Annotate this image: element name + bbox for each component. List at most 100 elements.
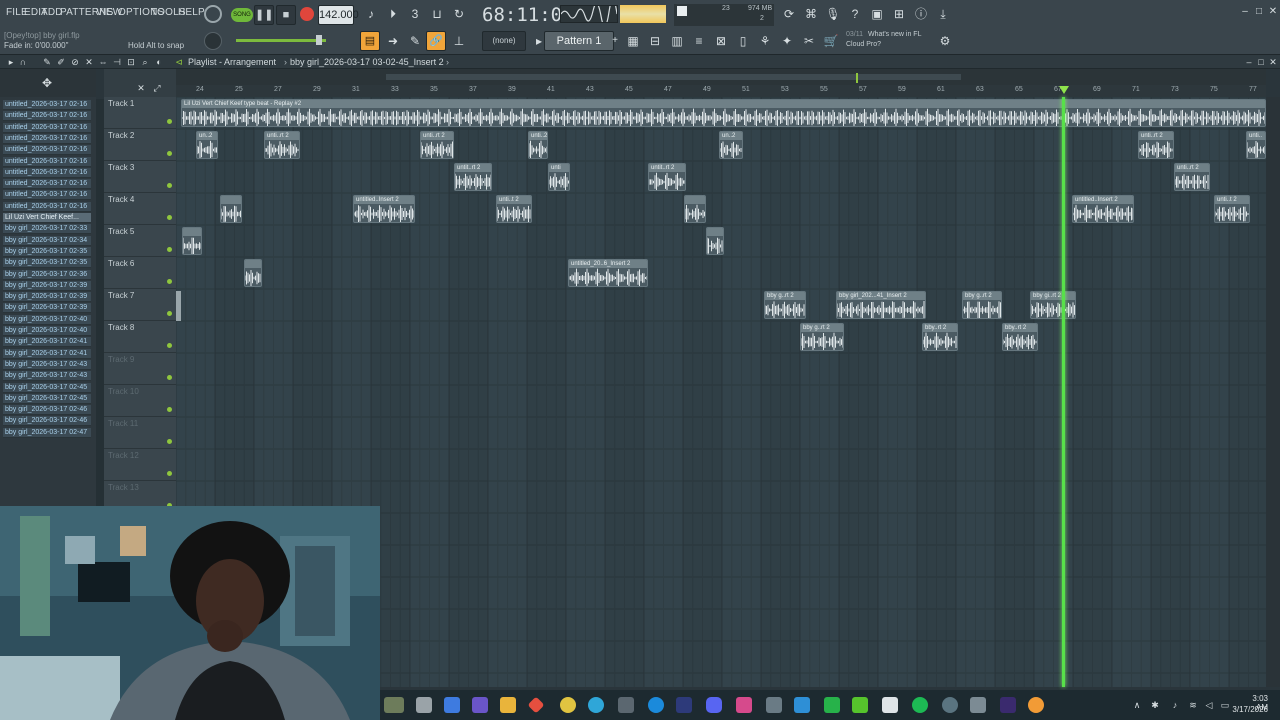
- track-mute-led[interactable]: [167, 407, 172, 412]
- browser-item[interactable]: untitled_2026-03-17 02-16: [3, 122, 91, 133]
- taskbar-teams-icon[interactable]: [472, 697, 488, 713]
- taskbar-app6-icon[interactable]: [824, 697, 840, 713]
- news-subtitle[interactable]: Cloud Pro?: [846, 41, 881, 48]
- audio-clip[interactable]: [684, 195, 706, 223]
- browser-icon[interactable]: ▯: [734, 32, 752, 50]
- menu-help[interactable]: HELP: [178, 7, 205, 18]
- audio-clip[interactable]: untitled..Insert 2: [1072, 195, 1134, 223]
- browser-item[interactable]: bby girl_2026-03-17 02-41: [3, 348, 91, 359]
- taskbar-app3-icon[interactable]: [676, 697, 692, 713]
- track-header[interactable]: Track 10: [104, 385, 176, 417]
- browser-item[interactable]: bby girl_2026-03-17 02-39: [3, 280, 91, 291]
- news-title[interactable]: What's new in FL: [868, 31, 921, 38]
- stop-button[interactable]: ■: [276, 5, 296, 25]
- taskbar-fl-studio-icon[interactable]: [1028, 697, 1044, 713]
- taskbar-premiere-icon[interactable]: [1000, 697, 1016, 713]
- pencil-icon[interactable]: ✎: [406, 32, 424, 50]
- track-header[interactable]: Track 11: [104, 417, 176, 449]
- link-icon[interactable]: 🔗: [426, 31, 446, 51]
- browser-item[interactable]: bby girl_2026-03-17 02-45: [3, 382, 91, 393]
- playlist-icon[interactable]: ▦: [624, 32, 642, 50]
- audio-clip[interactable]: unti..2: [528, 131, 548, 159]
- microphone-icon[interactable]: 🎙: [824, 5, 842, 23]
- browser-item[interactable]: bby girl_2026-03-17 02-43: [3, 371, 91, 382]
- link-tracks-icon[interactable]: ⤢: [148, 79, 166, 97]
- track-mute-led[interactable]: [167, 279, 172, 284]
- audio-clip[interactable]: un..2: [719, 131, 743, 159]
- audio-clip[interactable]: unti..: [1246, 131, 1266, 159]
- audio-clip[interactable]: [244, 259, 262, 287]
- browser-item[interactable]: untitled_2026-03-17 02-16: [3, 145, 91, 156]
- browser-item[interactable]: untitled_2026-03-17 02-16: [3, 111, 91, 122]
- browser-item[interactable]: untitled_2026-03-17 02-16: [3, 201, 91, 212]
- audio-clip[interactable]: untit..rt 2: [454, 163, 492, 191]
- channel-rack-icon[interactable]: ⊠: [712, 32, 730, 50]
- browser-item[interactable]: bby girl_2026-03-17 02-46: [3, 405, 91, 416]
- save-icon[interactable]: ▣: [868, 5, 886, 23]
- taskbar-folder-icon[interactable]: [416, 697, 432, 713]
- track-header[interactable]: Track 9: [104, 353, 176, 385]
- browser-item[interactable]: bby girl_2026-03-17 02-41: [3, 337, 91, 348]
- taskbar-discord-icon[interactable]: [706, 697, 722, 713]
- news-settings-icon[interactable]: ⚙: [936, 32, 954, 50]
- audio-clip[interactable]: bby g..rt 2: [800, 323, 844, 351]
- audio-clip[interactable]: un..2: [196, 131, 218, 159]
- track-header[interactable]: Track 3: [104, 161, 176, 193]
- close-icon[interactable]: ✕: [1264, 3, 1280, 21]
- audio-clip[interactable]: unti..t 2: [496, 195, 532, 223]
- playhead[interactable]: [1062, 97, 1065, 687]
- timeline-scroll[interactable]: [176, 69, 1266, 85]
- clock-date[interactable]: 3/17/2026: [1226, 705, 1268, 714]
- blend-icon[interactable]: ⊔: [428, 5, 446, 23]
- countdown-icon[interactable]: 3: [406, 5, 424, 23]
- taskbar-explorer-icon[interactable]: [500, 697, 516, 713]
- track-mute-led[interactable]: [167, 471, 172, 476]
- browser-item[interactable]: untitled_2026-03-17 02-16: [3, 167, 91, 178]
- track-header[interactable]: Track 7: [104, 289, 176, 321]
- browser-nav-icon[interactable]: ✥: [38, 74, 56, 92]
- track-header[interactable]: Track 2: [104, 129, 176, 161]
- wait-icon[interactable]: ⏵: [384, 5, 402, 23]
- browser-item[interactable]: untitled_2026-03-17 02-16: [3, 156, 91, 167]
- audio-clip[interactable]: untitled_20..6_Insert 2: [568, 259, 648, 287]
- track-resize-handle[interactable]: [176, 291, 181, 321]
- track-header[interactable]: Track 6: [104, 257, 176, 289]
- mixer-view-icon[interactable]: ≡: [690, 32, 708, 50]
- browser-item[interactable]: bby girl_2026-03-17 02-40: [3, 314, 91, 325]
- pause-button[interactable]: ❚❚: [254, 5, 274, 25]
- browser-item[interactable]: bby girl_2026-03-17 02-39: [3, 292, 91, 303]
- audio-clip[interactable]: untit..rt 2: [648, 163, 686, 191]
- tempo-display[interactable]: 142.000: [318, 5, 359, 25]
- audio-clip[interactable]: bby..rt 2: [1002, 323, 1038, 351]
- help-icon[interactable]: ?: [846, 5, 864, 23]
- tray-bluetooth-icon[interactable]: ✱: [1146, 696, 1164, 714]
- browser-item[interactable]: bby girl_2026-03-17 02-33: [3, 224, 91, 235]
- browser-item[interactable]: bby girl_2026-03-17 02-43: [3, 359, 91, 370]
- track-header[interactable]: Track 4: [104, 193, 176, 225]
- audio-clip[interactable]: unti..t 2: [1214, 195, 1250, 223]
- piano-roll-icon[interactable]: ▥: [668, 32, 686, 50]
- audio-clip[interactable]: [706, 227, 724, 255]
- arrow-icon[interactable]: ➜: [384, 32, 402, 50]
- track-mute-led[interactable]: [167, 151, 172, 156]
- download-icon[interactable]: ⤓: [934, 5, 952, 23]
- track-mute-led[interactable]: [167, 119, 172, 124]
- track-header[interactable]: Track 12: [104, 449, 176, 481]
- browser-item[interactable]: bby girl_2026-03-17 02-39: [3, 303, 91, 314]
- pattern-selector[interactable]: Pattern 1: [544, 31, 614, 51]
- time-display[interactable]: 68:11:02: [482, 4, 574, 26]
- tray-mic-icon[interactable]: ♪: [1166, 696, 1184, 714]
- touch-icon[interactable]: ✦: [778, 32, 796, 50]
- taskbar-app-icon[interactable]: [527, 696, 545, 714]
- browser-item[interactable]: bby girl_2026-03-17 02-35: [3, 258, 91, 269]
- browser-item[interactable]: bby girl_2026-03-17 02-40: [3, 326, 91, 336]
- track-mute-led[interactable]: [167, 183, 172, 188]
- taskbar-settings-icon[interactable]: [970, 697, 986, 713]
- audio-clip[interactable]: unti: [548, 163, 570, 191]
- audio-clip[interactable]: unti..rt 2: [1174, 163, 1210, 191]
- track-mute-led[interactable]: [167, 375, 172, 380]
- track-mute-led[interactable]: [167, 215, 172, 220]
- browser-item[interactable]: bby girl_2026-03-17 02-35: [3, 246, 91, 257]
- audio-clip[interactable]: bby gi..rt 2: [1030, 291, 1076, 319]
- track-mute-led[interactable]: [167, 439, 172, 444]
